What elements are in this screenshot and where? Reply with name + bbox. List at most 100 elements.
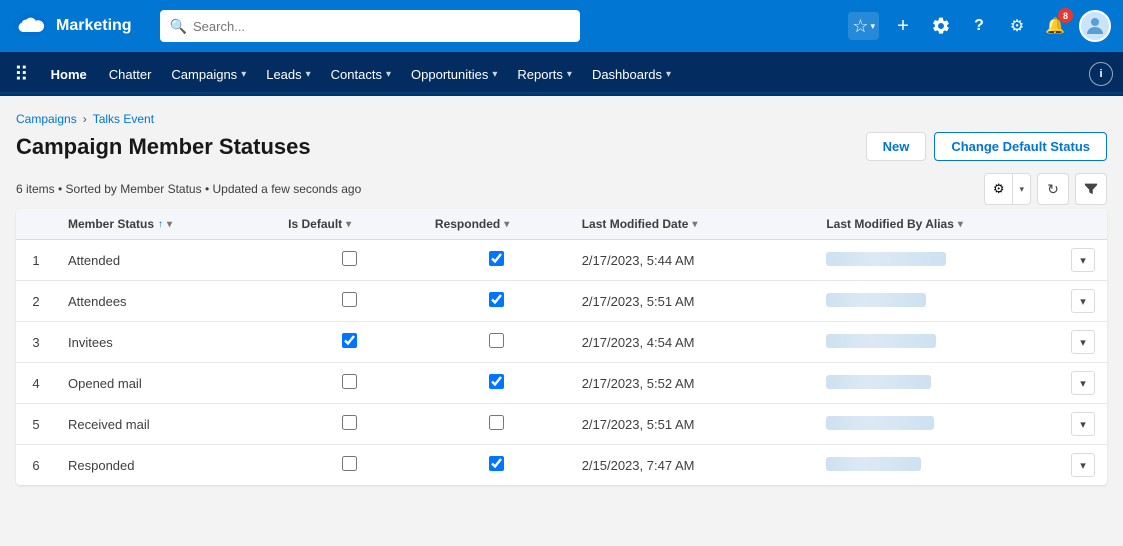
- responded-checkbox[interactable]: [489, 456, 504, 471]
- nav-item-leads[interactable]: Leads ▾: [256, 52, 320, 96]
- row-action-button[interactable]: ▾: [1071, 371, 1095, 395]
- filter-button[interactable]: [1075, 173, 1107, 205]
- th-row-num: [16, 209, 56, 240]
- filter-icon: [1084, 181, 1098, 198]
- last-modified-date-cell: 2/17/2023, 5:44 AM: [570, 240, 815, 281]
- responded-checkbox[interactable]: [489, 415, 504, 430]
- breadcrumb-talks-event[interactable]: Talks Event: [93, 112, 154, 126]
- is-default-cell: [276, 445, 423, 486]
- is-default-checkbox[interactable]: [342, 415, 357, 430]
- column-menu-icon[interactable]: ▾: [504, 219, 509, 230]
- responded-checkbox[interactable]: [489, 374, 504, 389]
- chevron-down-icon: ▾: [492, 69, 497, 80]
- chevron-down-icon: ▾: [567, 69, 572, 80]
- responded-cell: [423, 322, 570, 363]
- column-menu-icon[interactable]: ▾: [346, 219, 351, 230]
- nav-item-reports[interactable]: Reports ▾: [507, 52, 582, 96]
- th-last-modified-by-alias[interactable]: Last Modified By Alias ▾: [814, 209, 1059, 240]
- breadcrumb-campaigns[interactable]: Campaigns: [16, 112, 77, 126]
- last-modified-by-alias-cell: [814, 281, 1059, 322]
- row-action-button[interactable]: ▾: [1071, 248, 1095, 272]
- nav-item-contacts[interactable]: Contacts ▾: [321, 52, 401, 96]
- change-default-status-button[interactable]: Change Default Status: [934, 132, 1107, 161]
- responded-checkbox[interactable]: [489, 251, 504, 266]
- user-avatar[interactable]: [1079, 10, 1111, 42]
- responded-checkbox[interactable]: [489, 333, 504, 348]
- is-default-cell: [276, 363, 423, 404]
- search-input[interactable]: [193, 19, 570, 34]
- column-menu-icon[interactable]: ▾: [958, 219, 963, 230]
- waffle-menu[interactable]: ⠿: [4, 62, 39, 87]
- row-actions-cell: ▾: [1059, 281, 1107, 322]
- chevron-down-icon: ▾: [666, 69, 671, 80]
- is-default-cell: [276, 281, 423, 322]
- page-header: Campaign Member Statuses New Change Defa…: [16, 132, 1107, 161]
- alias-value: [826, 293, 926, 307]
- member-status-cell: Opened mail: [56, 363, 276, 404]
- last-modified-date-cell: 2/15/2023, 7:47 AM: [570, 445, 815, 486]
- chevron-down-icon: ▾: [870, 21, 875, 32]
- chevron-down-icon: ▾: [386, 69, 391, 80]
- chevron-down-icon: ▾: [1012, 174, 1030, 204]
- th-responded[interactable]: Responded ▾: [423, 209, 570, 240]
- setup-icon[interactable]: [927, 12, 955, 40]
- is-default-checkbox[interactable]: [342, 374, 357, 389]
- sort-asc-icon: ↑: [158, 219, 163, 230]
- member-status-cell: Attendees: [56, 281, 276, 322]
- nav-item-campaigns[interactable]: Campaigns ▾: [161, 52, 256, 96]
- responded-cell: [423, 281, 570, 322]
- th-is-default[interactable]: Is Default ▾: [276, 209, 423, 240]
- search-bar: 🔍: [160, 10, 580, 42]
- responded-cell: [423, 240, 570, 281]
- last-modified-by-alias-cell: [814, 445, 1059, 486]
- row-actions-cell: ▾: [1059, 363, 1107, 404]
- chevron-down-icon: ▾: [306, 69, 311, 80]
- th-member-status[interactable]: Member Status ↑ ▾: [56, 209, 276, 240]
- nav-item-chatter[interactable]: Chatter: [99, 52, 162, 96]
- help-button[interactable]: ?: [965, 12, 993, 40]
- table-row: 5Received mail 2/17/2023, 5:51 AM ▾: [16, 404, 1107, 445]
- table-row: 3Invitees 2/17/2023, 4:54 AM ▾: [16, 322, 1107, 363]
- settings-button[interactable]: ⚙: [1003, 12, 1031, 40]
- add-button[interactable]: +: [889, 12, 917, 40]
- table-row: 4Opened mail 2/17/2023, 5:52 AM ▾: [16, 363, 1107, 404]
- home-nav-item[interactable]: Home: [39, 52, 99, 96]
- is-default-checkbox[interactable]: [342, 456, 357, 471]
- main-content: Campaigns › Talks Event Campaign Member …: [0, 96, 1123, 546]
- row-action-button[interactable]: ▾: [1071, 412, 1095, 436]
- favorites-button[interactable]: ☆ ▾: [848, 12, 879, 40]
- last-modified-date-cell: 2/17/2023, 5:51 AM: [570, 404, 815, 445]
- row-action-button[interactable]: ▾: [1071, 330, 1095, 354]
- row-actions-cell: ▾: [1059, 322, 1107, 363]
- refresh-button[interactable]: ↻: [1037, 173, 1069, 205]
- salesforce-logo[interactable]: [12, 7, 48, 46]
- star-icon: ☆: [852, 16, 868, 37]
- info-button[interactable]: i: [1089, 62, 1113, 86]
- row-number: 5: [16, 404, 56, 445]
- member-status-cell: Received mail: [56, 404, 276, 445]
- row-number: 3: [16, 322, 56, 363]
- is-default-checkbox[interactable]: [342, 333, 357, 348]
- notifications-button[interactable]: 🔔 8: [1041, 12, 1069, 40]
- alias-value: [826, 457, 921, 471]
- is-default-checkbox[interactable]: [342, 251, 357, 266]
- responded-checkbox[interactable]: [489, 292, 504, 307]
- row-action-button[interactable]: ▾: [1071, 289, 1095, 313]
- alias-value: [826, 375, 931, 389]
- row-number: 2: [16, 281, 56, 322]
- column-menu-icon[interactable]: ▾: [167, 219, 172, 230]
- is-default-cell: [276, 404, 423, 445]
- nav-item-dashboards[interactable]: Dashboards ▾: [582, 52, 681, 96]
- is-default-checkbox[interactable]: [342, 292, 357, 307]
- is-default-cell: [276, 240, 423, 281]
- th-last-modified-date[interactable]: Last Modified Date ▾: [570, 209, 815, 240]
- row-action-button[interactable]: ▾: [1071, 453, 1095, 477]
- top-navigation: Marketing 🔍 ☆ ▾ + ? ⚙ 🔔 8: [0, 0, 1123, 52]
- row-actions-cell: ▾: [1059, 240, 1107, 281]
- table-settings-dropdown[interactable]: ⚙ ▾: [984, 173, 1031, 205]
- responded-cell: [423, 404, 570, 445]
- column-menu-icon[interactable]: ▾: [692, 219, 697, 230]
- new-button[interactable]: New: [866, 132, 927, 161]
- alias-value: [826, 334, 936, 348]
- nav-item-opportunities[interactable]: Opportunities ▾: [401, 52, 507, 96]
